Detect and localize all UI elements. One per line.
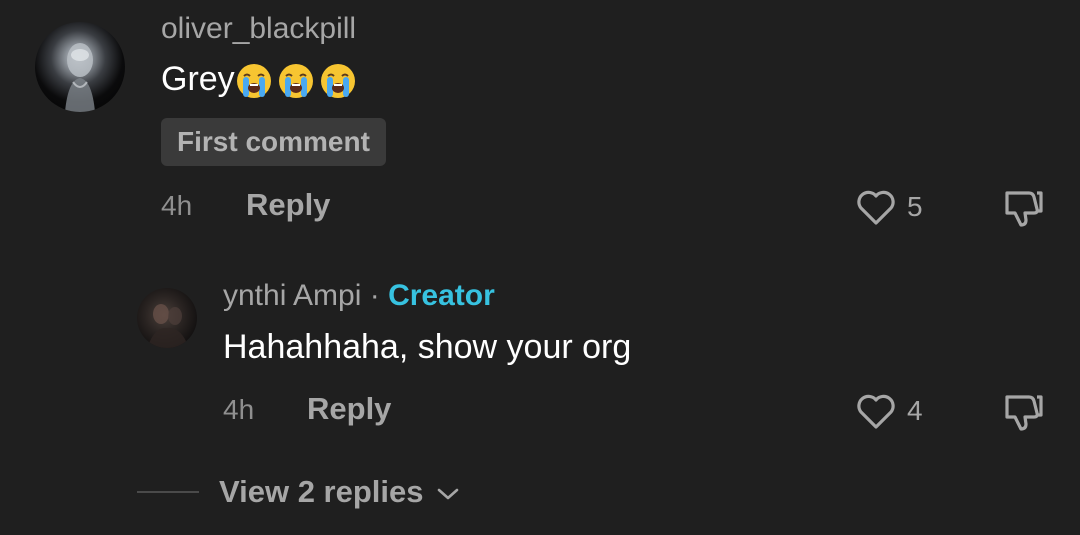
reply-like-count: 4: [907, 395, 923, 426]
comment-text: Grey: [161, 60, 357, 100]
like-count: 5: [907, 191, 923, 222]
comment-username[interactable]: oliver_blackpill: [161, 12, 356, 46]
view-replies-label: View 2 replies: [219, 474, 424, 509]
thumbs-down-icon: [1001, 391, 1047, 433]
reply-reply-button[interactable]: Reply: [307, 391, 391, 427]
reply-button[interactable]: Reply: [246, 187, 330, 223]
reply-header: ynthi Ampi · Creator: [223, 279, 495, 313]
thumbs-down-icon: [1001, 187, 1047, 229]
comment-text-body: Grey: [161, 60, 235, 98]
reply-username[interactable]: ynthi Ampi: [223, 279, 361, 312]
avatar[interactable]: [35, 22, 125, 112]
first-comment-badge: First comment: [161, 118, 386, 166]
replies-divider: [137, 491, 199, 493]
creator-label: Creator: [388, 279, 495, 312]
reply-avatar[interactable]: [137, 288, 197, 348]
loudly-crying-face-icon: [235, 62, 273, 100]
chevron-down-icon: [436, 486, 460, 502]
dislike-button[interactable]: [1001, 187, 1047, 229]
reply-text: Hahahhaha, show your org: [223, 328, 632, 366]
heart-icon: [855, 187, 897, 227]
view-replies-button[interactable]: View 2 replies: [219, 474, 460, 510]
comment-timestamp: 4h: [161, 190, 193, 221]
heart-icon: [855, 391, 897, 431]
reply-dislike-button[interactable]: [1001, 391, 1047, 433]
reply-timestamp: 4h: [223, 394, 255, 425]
loudly-crying-face-icon: [277, 62, 315, 100]
emoji-row: [235, 62, 357, 100]
separator-dot: ·: [369, 279, 380, 312]
loudly-crying-face-icon: [319, 62, 357, 100]
